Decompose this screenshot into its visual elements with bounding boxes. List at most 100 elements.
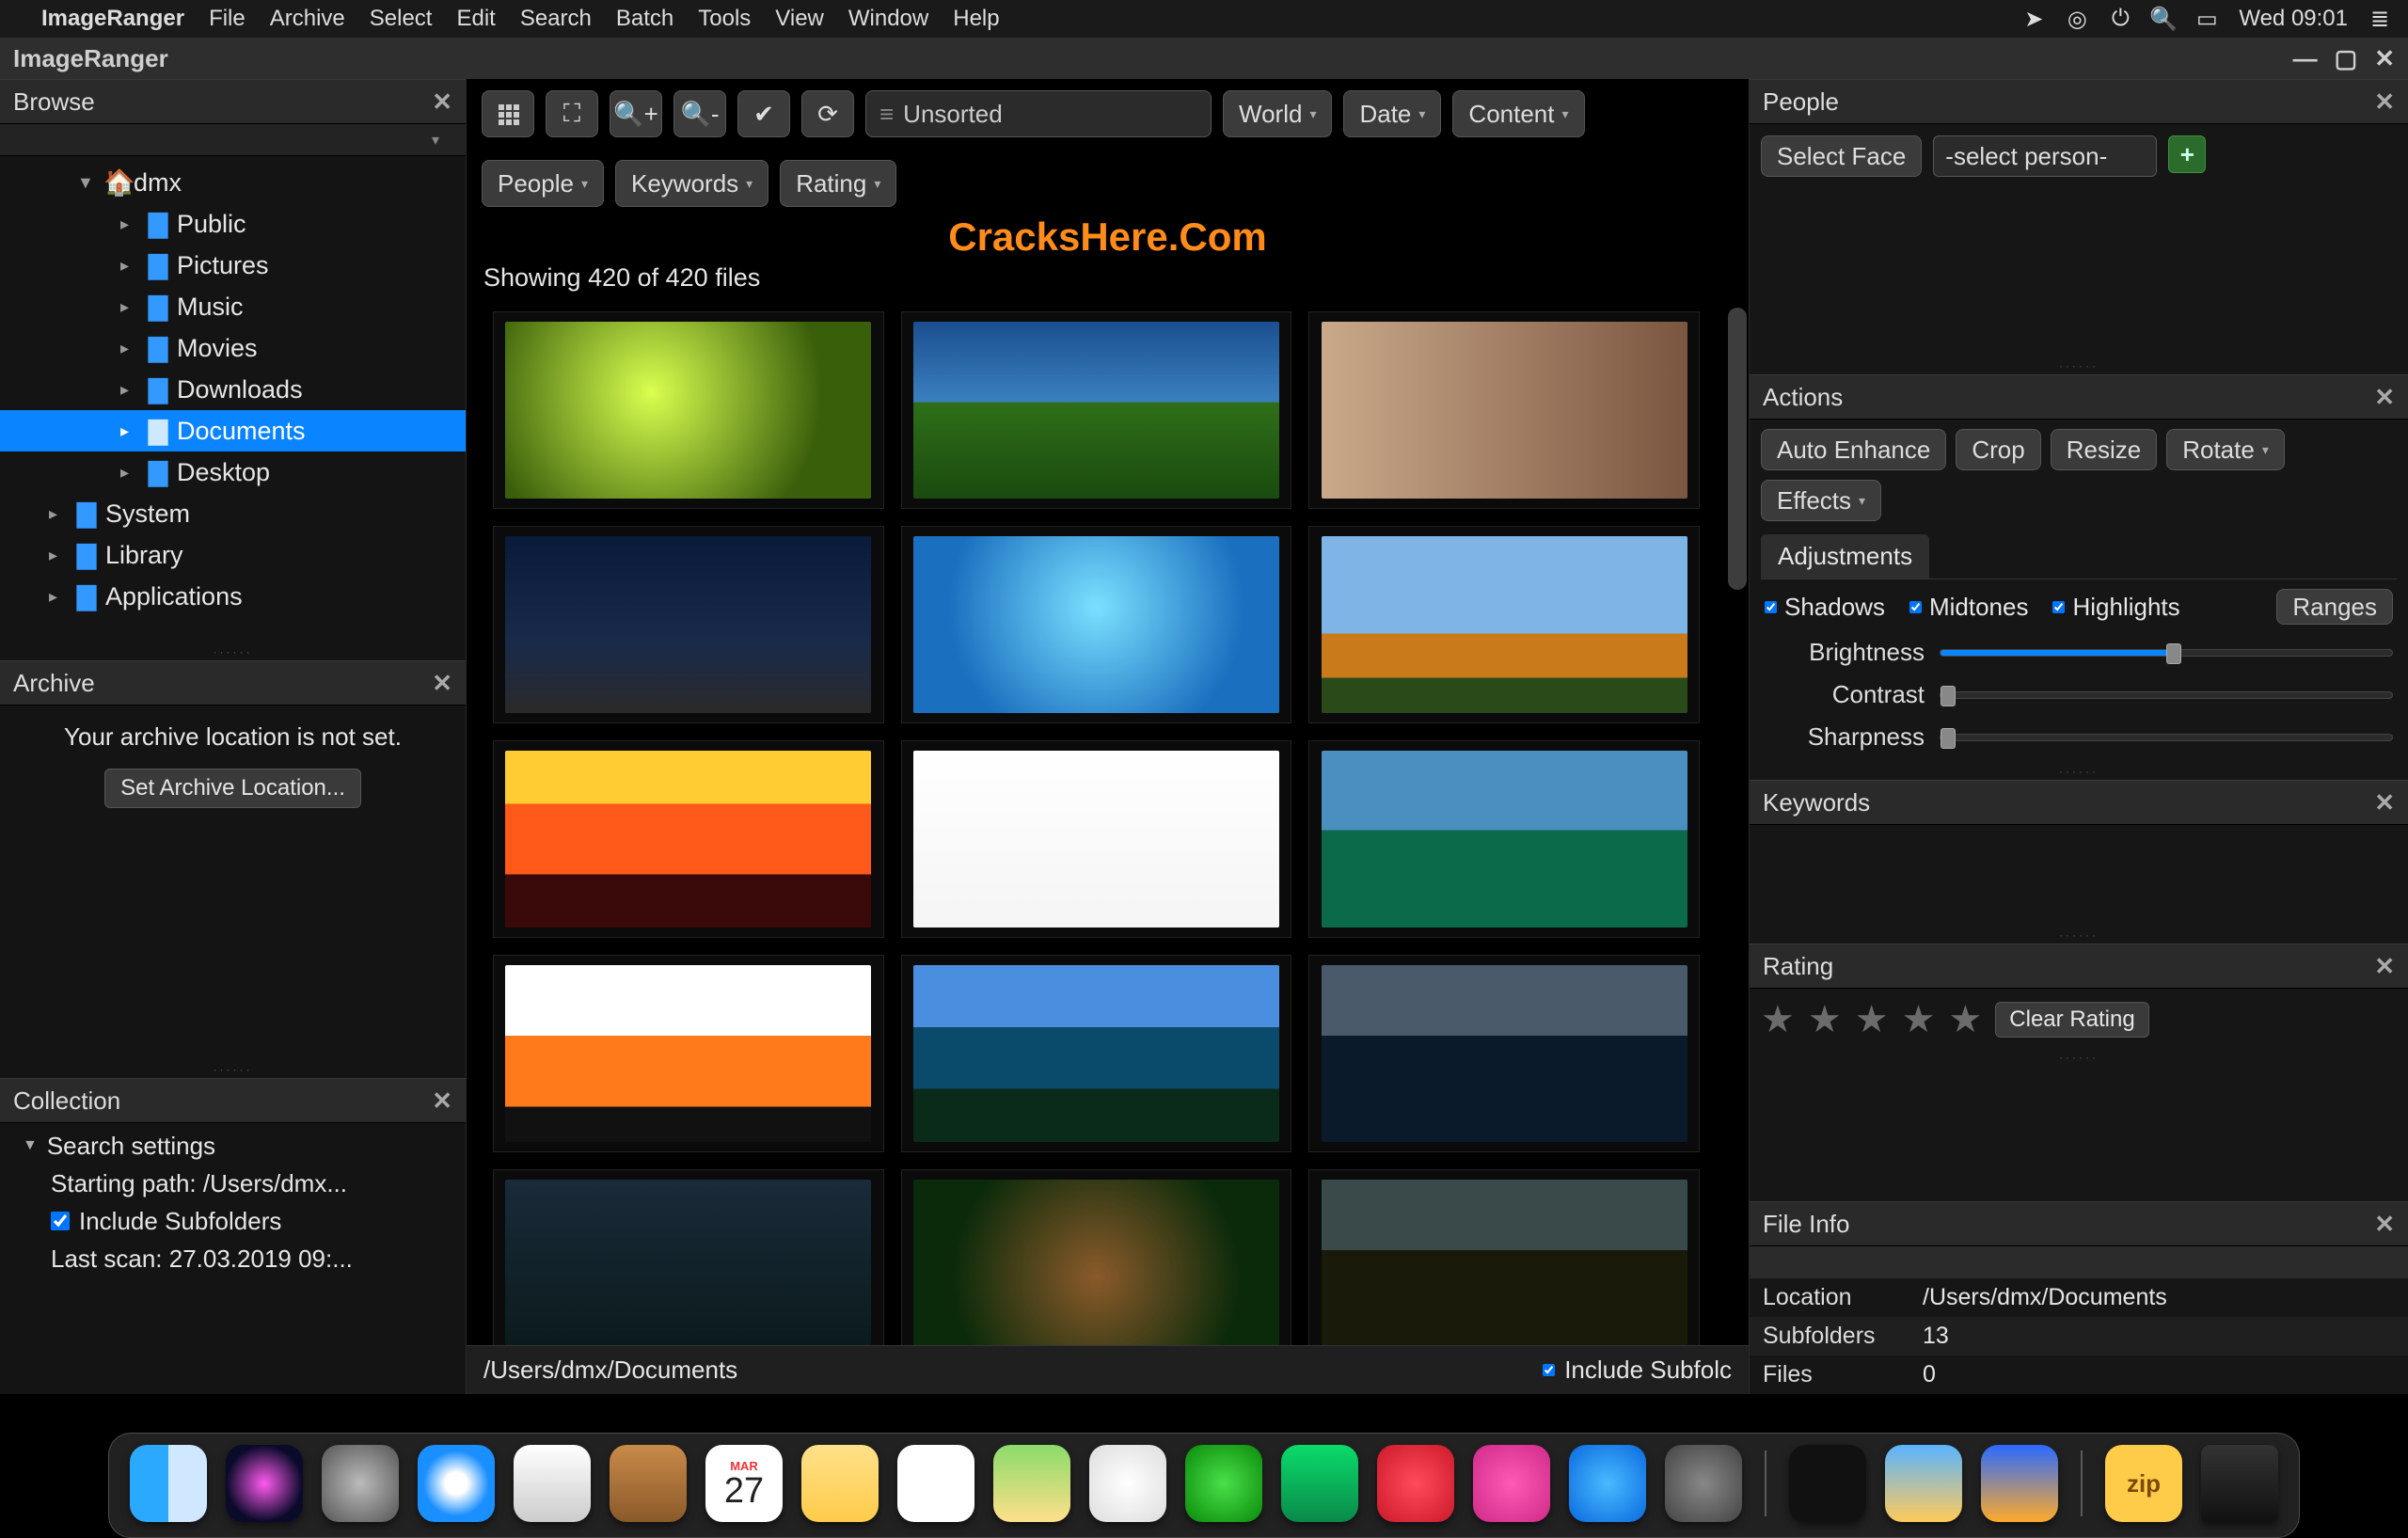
crop-button[interactable]: Crop [1956,429,2040,470]
tree-root-dmx[interactable]: ▼🏠dmx [0,162,466,203]
dock-mail-icon[interactable] [514,1445,591,1522]
thumbnail[interactable] [901,740,1292,938]
dock-launchpad-icon[interactable] [322,1445,399,1522]
select-face-button[interactable]: Select Face [1761,135,1922,177]
thumbnail[interactable] [1308,955,1700,1152]
tree-item-public[interactable]: ▸▇Public [0,203,466,245]
thumbnail[interactable] [493,526,884,723]
resize-button[interactable]: Resize [2051,429,2157,470]
ranges-button[interactable]: Ranges [2276,589,2393,625]
minimize-icon[interactable]: — [2293,44,2318,73]
highlights-check[interactable]: Highlights [2052,593,2179,622]
tree-item-movies[interactable]: ▸▇Movies [0,327,466,369]
effects-button[interactable]: Effects▾ [1761,480,1881,521]
adjustments-tab[interactable]: Adjustments [1761,534,1929,579]
tree-item-applications[interactable]: ▸▇Applications [0,576,466,617]
menu-select[interactable]: Select [370,6,433,32]
menubar-arrow-icon[interactable]: ➤ [2022,8,2045,30]
star-1-icon[interactable]: ★ [1761,998,1795,1041]
include-subfolders-footer-checkbox[interactable] [1543,1364,1555,1376]
menu-help[interactable]: Help [953,6,999,32]
collection-close-icon[interactable]: ✕ [432,1086,452,1116]
thumbnail[interactable] [1308,1169,1700,1345]
zoom-in-button[interactable]: 🔍+ [610,90,662,137]
include-subfolders-row[interactable]: Include Subfolders [23,1202,466,1240]
thumbnail[interactable] [901,526,1292,723]
dock-appstore-icon[interactable] [1569,1445,1646,1522]
grid-view-button[interactable] [482,90,534,137]
close-icon[interactable]: ✕ [2374,44,2395,73]
set-archive-location-button[interactable]: Set Archive Location... [104,769,361,808]
menubar-clock[interactable]: Wed 09:01 [2239,6,2348,32]
brightness-slider[interactable] [1940,649,2393,657]
zoom-out-button[interactable]: 🔍- [673,90,726,137]
rating-close-icon[interactable]: ✕ [2374,952,2395,981]
dock-siri-icon[interactable] [226,1445,303,1522]
dock-contacts-icon[interactable] [610,1445,687,1522]
panel-resize-handle[interactable]: ······ [1750,928,2408,943]
menu-view[interactable]: View [775,6,824,32]
clear-rating-button[interactable]: Clear Rating [1995,1002,2148,1038]
menu-file[interactable]: File [209,6,246,32]
star-5-icon[interactable]: ★ [1948,998,1982,1041]
date-button[interactable]: Date▾ [1343,90,1441,137]
panel-resize-handle[interactable]: ······ [0,1063,466,1078]
notification-center-icon[interactable]: ≣ [2368,8,2391,30]
contrast-slider[interactable] [1940,691,2393,699]
starting-path-row[interactable]: Starting path: /Users/dmx... [23,1165,466,1202]
dock-news-icon[interactable] [1377,1445,1454,1522]
menu-edit[interactable]: Edit [456,6,495,32]
thumbnail[interactable] [901,311,1292,509]
fileinfo-close-icon[interactable]: ✕ [2374,1210,2395,1239]
menu-tools[interactable]: Tools [698,6,751,32]
tree-item-documents[interactable]: ▸▇Documents [0,410,466,452]
dock-preferences-icon[interactable] [1665,1445,1742,1522]
displays-icon[interactable]: ▭ [2195,8,2218,30]
people-filter-button[interactable]: People▾ [482,160,604,207]
thumbnail[interactable] [901,1169,1292,1345]
dock-finder-icon[interactable] [130,1445,207,1522]
include-subfolders-footer[interactable]: Include Subfolc [1543,1356,1732,1385]
app-menu[interactable]: ImageRanger [41,6,184,32]
panel-resize-handle[interactable]: ······ [1750,765,2408,780]
thumbnail[interactable] [1308,311,1700,509]
tree-item-downloads[interactable]: ▸▇Downloads [0,369,466,410]
tree-item-pictures[interactable]: ▸▇Pictures [0,245,466,286]
dock-safari-icon[interactable] [418,1445,495,1522]
add-person-button[interactable]: + [2168,135,2206,173]
tree-item-desktop[interactable]: ▸▇Desktop [0,452,466,493]
maximize-icon[interactable]: ▢ [2335,44,2358,73]
spotlight-icon[interactable]: 🔍 [2152,8,2175,30]
thumbnail[interactable] [901,955,1292,1152]
rating-filter-button[interactable]: Rating▾ [780,160,896,207]
dock-messages-icon[interactable] [1185,1445,1262,1522]
thumbnail[interactable] [493,740,884,938]
thumbnail[interactable] [493,1169,884,1345]
dock-zip-folder-icon[interactable]: zip [2105,1445,2182,1522]
dock-photos-icon[interactable] [1089,1445,1166,1522]
dock-trash-icon[interactable] [2201,1445,2278,1522]
content-button[interactable]: Content▾ [1452,90,1584,137]
panel-resize-handle[interactable]: ······ [1750,1051,2408,1066]
dock-preview-icon[interactable] [1885,1445,1962,1522]
keywords-filter-button[interactable]: Keywords▾ [615,160,768,207]
panel-resize-handle[interactable]: ······ [1750,359,2408,374]
auto-enhance-button[interactable]: Auto Enhance [1761,429,1946,470]
menu-search[interactable]: Search [520,6,592,32]
star-4-icon[interactable]: ★ [1902,998,1936,1041]
panel-resize-handle[interactable]: ······ [0,645,466,660]
dock-reminders-icon[interactable] [897,1445,974,1522]
world-button[interactable]: World▾ [1223,90,1332,137]
midtones-check[interactable]: Midtones [1909,593,2029,622]
dock-itunes-icon[interactable] [1473,1445,1550,1522]
menubar-cc-icon[interactable]: ◎ [2066,8,2088,30]
tree-item-system[interactable]: ▸▇System [0,493,466,534]
dock-calendar-icon[interactable]: MAR27 [705,1445,783,1522]
menubar-power-icon[interactable]: ⏻ [2109,8,2131,30]
browse-options-dropdown[interactable]: ▾ [0,124,466,156]
include-subfolders-checkbox[interactable] [51,1212,70,1230]
dock-maps-icon[interactable] [993,1445,1070,1522]
thumbnail[interactable] [1308,526,1700,723]
sort-dropdown[interactable]: ≡Unsorted [865,90,1212,137]
fullscreen-button[interactable]: ⛶ [546,90,598,137]
